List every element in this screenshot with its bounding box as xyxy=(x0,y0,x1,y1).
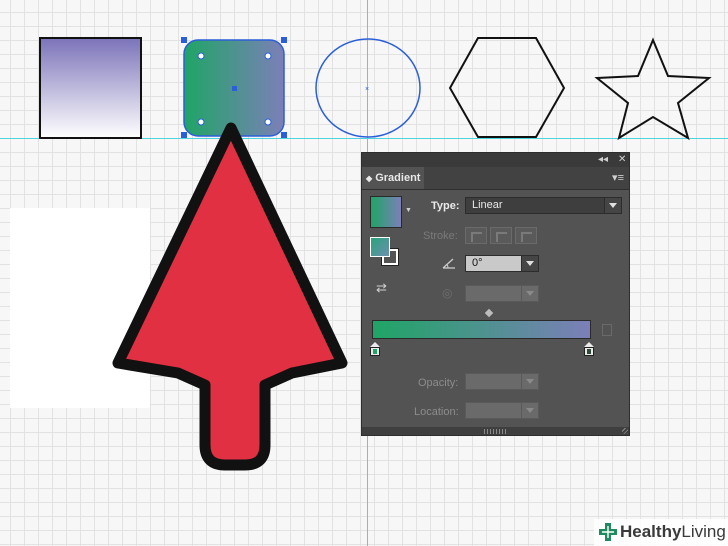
watermark-text: HealthyLiving xyxy=(620,522,726,542)
brand-bold: Healthy xyxy=(620,522,682,541)
arrow-overlay xyxy=(112,122,348,471)
cross-logo-icon xyxy=(599,523,617,541)
arrow-up-icon xyxy=(112,122,348,471)
watermark: HealthyLiving xyxy=(594,519,728,546)
brand-regular: Living xyxy=(681,522,726,541)
